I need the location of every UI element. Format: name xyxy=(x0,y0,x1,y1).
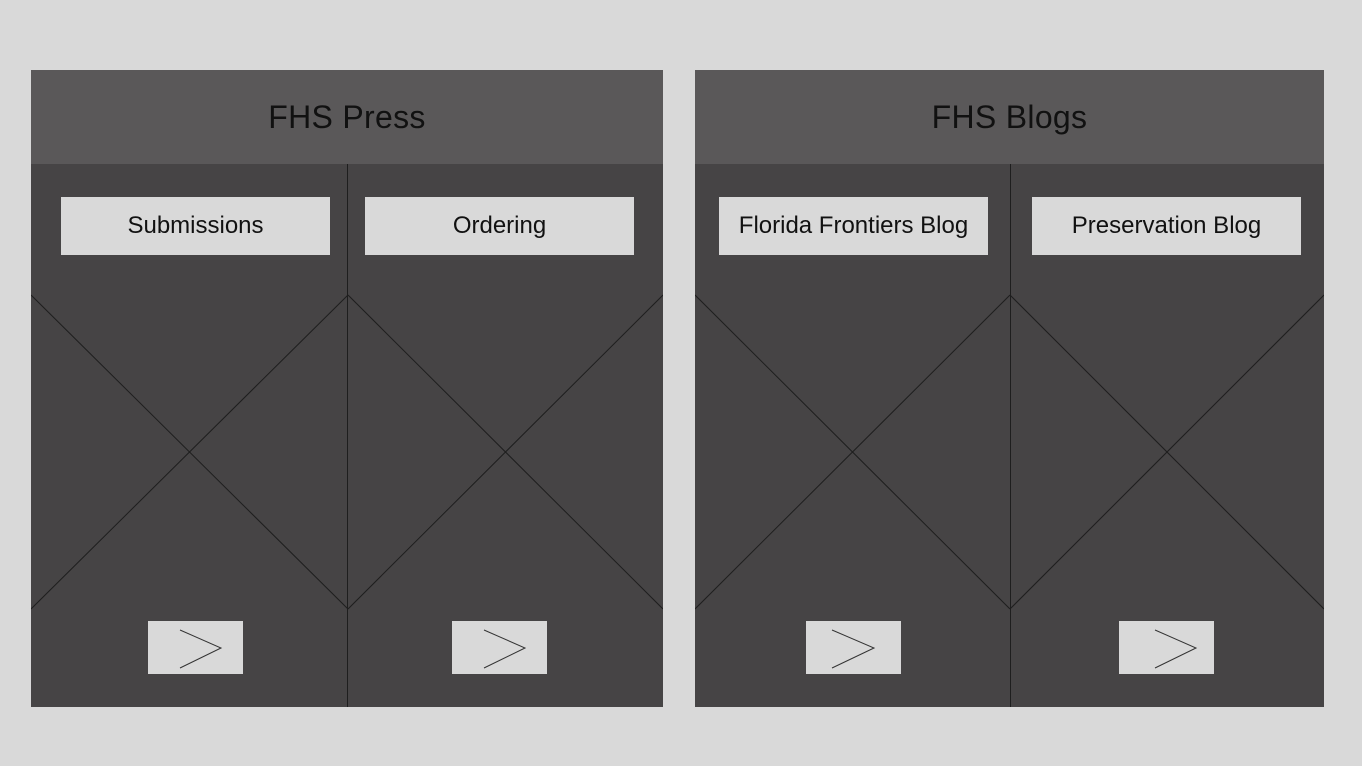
panel-fhs-press: FHS Press Submissions Ordering xyxy=(31,70,663,707)
preservation-next-button[interactable] xyxy=(1119,621,1214,674)
panel-header: FHS Blogs xyxy=(695,70,1324,164)
chevron-right-icon xyxy=(483,629,527,669)
florida-frontiers-next-button[interactable] xyxy=(806,621,901,674)
chevron-right-icon xyxy=(831,629,876,669)
ordering-next-button[interactable] xyxy=(452,621,547,674)
panel-title: FHS Press xyxy=(268,98,426,135)
column-divider xyxy=(347,164,348,707)
column-divider xyxy=(1010,164,1011,707)
chevron-right-icon xyxy=(1154,629,1198,669)
panel-header: FHS Press xyxy=(31,70,663,164)
submissions-button[interactable]: Submissions xyxy=(61,197,330,255)
panel-title: FHS Blogs xyxy=(931,98,1088,135)
panel-fhs-blogs: FHS Blogs Florida Frontiers Blog Preserv… xyxy=(695,70,1324,707)
submissions-next-button[interactable] xyxy=(148,621,243,674)
ordering-button[interactable]: Ordering xyxy=(365,197,634,255)
preservation-blog-button[interactable]: Preservation Blog xyxy=(1032,197,1301,255)
chevron-right-icon xyxy=(179,629,223,669)
florida-frontiers-blog-button[interactable]: Florida Frontiers Blog xyxy=(719,197,988,255)
